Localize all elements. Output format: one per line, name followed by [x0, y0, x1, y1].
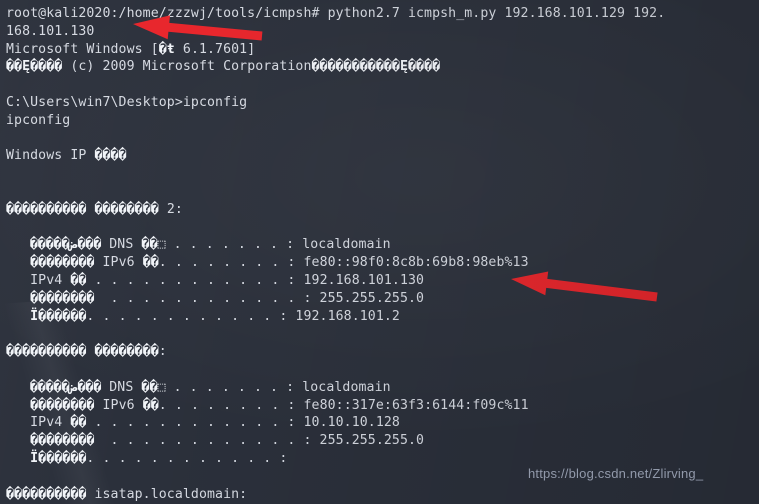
terminal-line: �������� IPv6 ��. . . . . . . . : fe80::…: [30, 397, 529, 413]
mojibake-run: ��: [70, 272, 87, 288]
terminal-line: �������� . . . . . . . . . . . . : 255.2…: [30, 290, 425, 306]
mojibake-run: ����������: [6, 201, 87, 217]
mojibake-run: ��������: [30, 255, 95, 271]
mojibake-run: ��������: [94, 201, 159, 217]
terminal-line: 168.101.130: [6, 23, 95, 39]
mojibake-run: Ï������: [30, 308, 87, 324]
mojibake-run: �ŧ: [158, 41, 175, 57]
mojibake-run: ����: [94, 148, 127, 164]
terminal-line: ��Ę���� (c) 2009 Microsoft Corporation��…: [6, 59, 441, 75]
mojibake-run: ��Ę����: [6, 59, 63, 75]
terminal-line: C:\Users\win7\Desktop>ipconfig: [6, 94, 248, 110]
mojibake-run: ��: [142, 397, 159, 413]
terminal-line: ipconfig: [6, 112, 71, 128]
terminal-output[interactable]: root@kali2020:/home/zzzwj/tools/icmpsh# …: [0, 0, 759, 504]
terminal-line: ���������� ��������:: [6, 344, 167, 360]
terminal-line: IPv4 �� . . . . . . . . . . . . : 10.10.…: [6, 415, 400, 431]
mojibake-run: ��������: [94, 344, 159, 360]
mojibake-run: �����ض���: [29, 379, 102, 395]
terminal-line: Microsoft Windows [�ŧ 6.1.7601]: [6, 41, 256, 57]
terminal-line: ���������� isatap.localdomain:: [6, 486, 248, 502]
mojibake-run: ��������: [30, 433, 95, 449]
mojibake-run: ����������: [6, 486, 87, 502]
terminal-line: Ï������. . . . . . . . . . . . : 192.168…: [30, 308, 400, 324]
mojibake-run: ��: [142, 255, 159, 271]
mojibake-run: �����ض���: [29, 237, 102, 253]
mojibake-run: ����������: [6, 344, 87, 360]
mojibake-run: ��������: [30, 290, 95, 306]
terminal-line: �������� . . . . . . . . . . . . : 255.2…: [30, 433, 425, 449]
terminal-window[interactable]: root@kali2020:/home/zzzwj/tools/icmpsh# …: [0, 0, 759, 504]
terminal-line: IPv4 �� . . . . . . . . . . . . : 192.16…: [6, 272, 425, 288]
mojibake-run: ��⬚: [141, 379, 166, 395]
watermark-url: https://blog.csdn.net/Zlirving_: [528, 466, 704, 481]
terminal-line: root@kali2020:/home/zzzwj/tools/icmpsh# …: [6, 6, 666, 21]
terminal-line: �������� IPv6 ��. . . . . . . . : fe80::…: [30, 255, 529, 271]
mojibake-run: ��������: [30, 397, 95, 413]
terminal-line: Windows IP ����: [6, 148, 127, 164]
mojibake-run: �����������Ę����: [311, 59, 441, 75]
terminal-line: �����ض��� DNS ��⬚ . . . . . . . : locald…: [29, 237, 391, 253]
mojibake-run: ��⬚: [141, 237, 166, 253]
mojibake-run: ��: [70, 415, 87, 431]
terminal-line: �����ض��� DNS ��⬚ . . . . . . . : locald…: [29, 379, 391, 395]
mojibake-run: Ï������: [30, 450, 87, 466]
terminal-line: ���������� �������� 2:: [6, 201, 183, 217]
